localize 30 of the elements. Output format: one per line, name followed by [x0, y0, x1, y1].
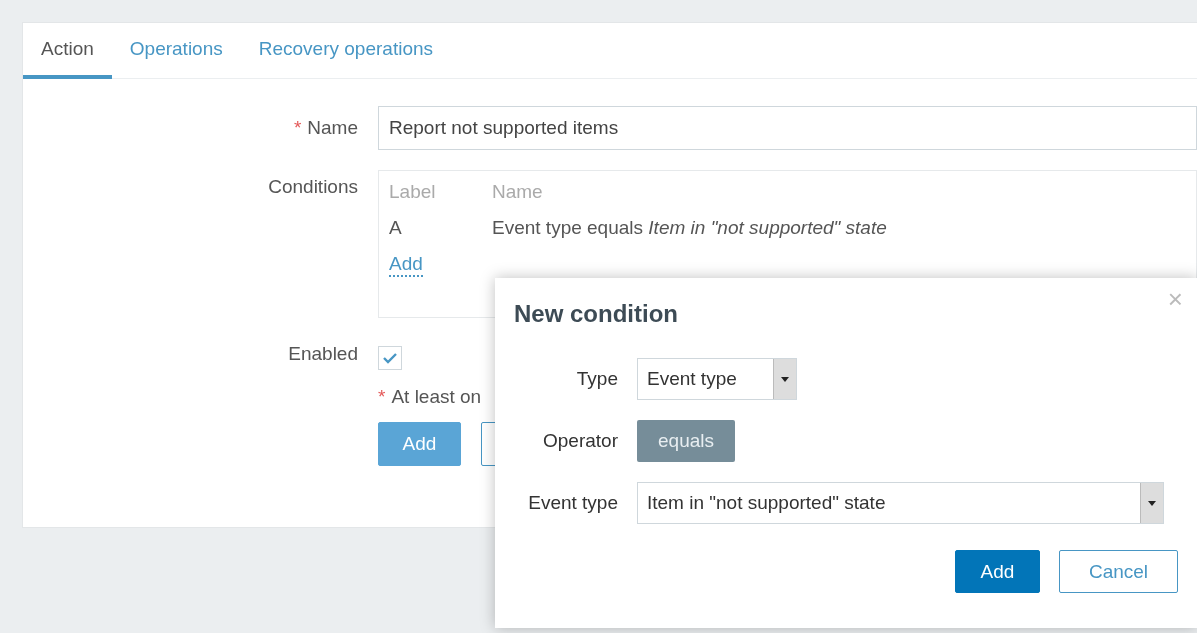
- add-link[interactable]: Add: [389, 253, 423, 277]
- tab[interactable]: Recovery operations: [240, 23, 452, 79]
- check-icon: [382, 352, 398, 364]
- add-button[interactable]: Add: [378, 422, 461, 466]
- column-header: Name: [492, 181, 543, 203]
- hint-text: At least on: [391, 386, 482, 408]
- tab[interactable]: Action: [23, 23, 112, 79]
- dialog-title: New condition: [514, 300, 679, 328]
- add-button[interactable]: Add: [955, 550, 1040, 593]
- column-header: Label: [389, 181, 437, 203]
- dropdown[interactable]: Item in "not supported" state: [637, 482, 1164, 524]
- dropdown[interactable]: Event type: [637, 358, 797, 400]
- field-label: Enabled: [288, 343, 358, 365]
- field-label: Type: [575, 368, 618, 390]
- table-cell-text: A: [389, 217, 403, 239]
- field-label: Event type: [527, 492, 618, 514]
- caret-icon: [1148, 500, 1156, 506]
- table-cell: Event type equals Item in "not supported" state: [492, 217, 887, 239]
- caret-icon: [781, 376, 789, 382]
- cancel-button[interactable]: Cancel: [1059, 550, 1178, 593]
- field-label: Operator: [542, 430, 618, 452]
- close-button[interactable]: ×: [1163, 284, 1187, 315]
- tab[interactable]: Operations: [111, 23, 241, 79]
- name-field[interactable]: Report not supported items: [378, 106, 1197, 150]
- required-mark: *: [378, 386, 386, 408]
- required-mark: *: [293, 117, 302, 139]
- field-label: Name: [307, 117, 358, 139]
- checkbox[interactable]: [378, 346, 402, 370]
- field-label: Conditions: [268, 176, 358, 198]
- operator-badge: equals: [637, 420, 735, 462]
